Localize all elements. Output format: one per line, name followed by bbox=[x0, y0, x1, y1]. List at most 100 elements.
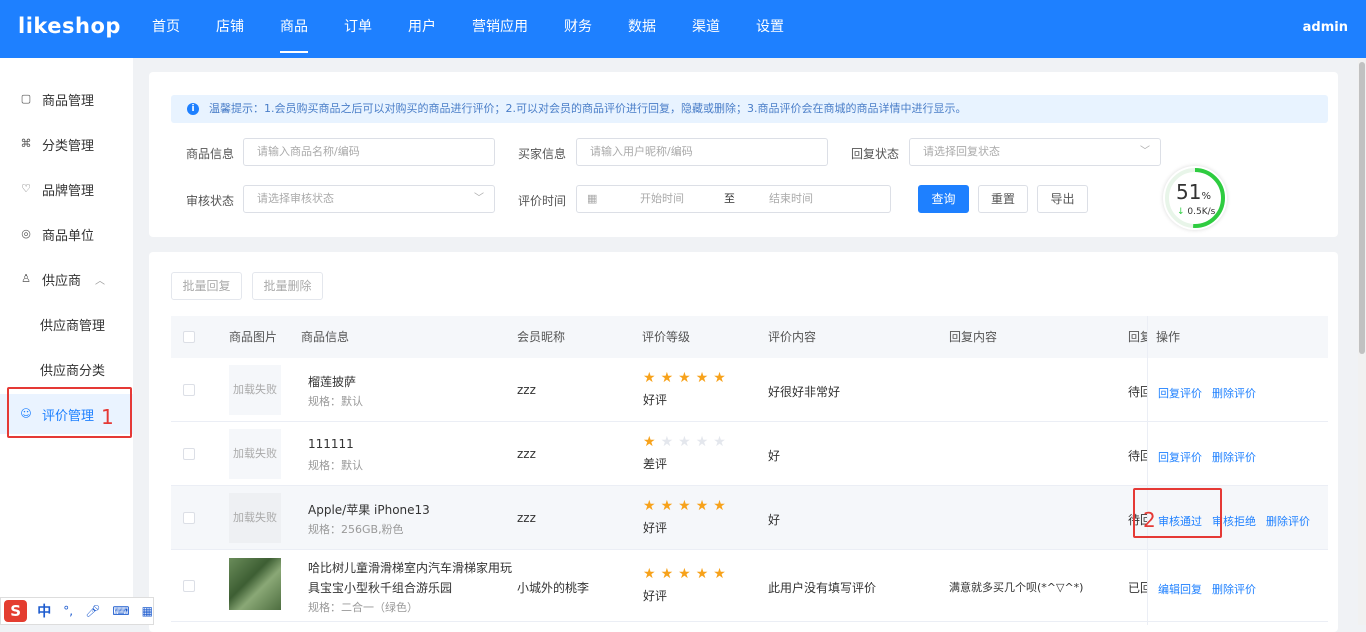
goods-image bbox=[229, 558, 281, 610]
batch-reply-button[interactable]: 批量回复 bbox=[171, 272, 242, 300]
network-speed-widget[interactable]: 51% ↓ 0.5K/s bbox=[1163, 166, 1227, 230]
start-date-input[interactable]: 开始时间 bbox=[640, 186, 684, 212]
top-navigation-bar: likeshop 首页 店铺 商品 订单 用户 营销应用 财务 数据 渠道 设置… bbox=[0, 0, 1366, 58]
nav-goods[interactable]: 商品 bbox=[268, 0, 320, 58]
buyer-info-input[interactable]: 请输入用户昵称/编码 bbox=[576, 138, 828, 166]
gauge-percent: 51 bbox=[1176, 180, 1202, 204]
sidebar-item-supplier-category[interactable]: 供应商分类 bbox=[0, 349, 133, 389]
nav-settings[interactable]: 设置 bbox=[744, 0, 796, 58]
col-goods-info: 商品信息 bbox=[301, 330, 350, 344]
sidebar-item-product[interactable]: ▢ 商品管理 bbox=[0, 79, 133, 119]
star-filled-icon: ★ bbox=[643, 434, 661, 450]
comment-content: 好 bbox=[768, 513, 781, 527]
ime-logo[interactable]: S bbox=[4, 600, 28, 622]
nav-store[interactable]: 店铺 bbox=[204, 0, 256, 58]
export-button[interactable]: 导出 bbox=[1037, 185, 1088, 213]
sidebar-item-supplier[interactable]: ♙ 供应商 ︿ bbox=[0, 259, 133, 299]
comment-time-label: 评价时间 bbox=[518, 194, 567, 208]
star-filled-icon: ★ bbox=[678, 370, 696, 386]
delete-comment-link[interactable]: 删除评价 bbox=[1212, 581, 1256, 597]
col-reply: 回复内容 bbox=[949, 330, 998, 344]
buyer-info-label: 买家信息 bbox=[518, 147, 567, 161]
goods-name: 111111 bbox=[308, 437, 354, 451]
star-filled-icon: ★ bbox=[643, 370, 661, 386]
sidebar-item-label: 商品管理 bbox=[42, 93, 95, 109]
reply-content: 满意就多买几个呗(*^▽^*) bbox=[949, 581, 1084, 594]
row-checkbox[interactable] bbox=[183, 448, 195, 460]
delete-comment-link[interactable]: 删除评价 bbox=[1266, 513, 1310, 529]
goods-spec: 规格：256GB,粉色 bbox=[308, 523, 404, 536]
delete-comment-link[interactable]: 删除评价 bbox=[1212, 449, 1256, 465]
user-menu[interactable]: admin bbox=[1303, 20, 1348, 35]
audit-status-select[interactable]: 请选择审核状态 ﹀ bbox=[243, 185, 495, 213]
member-nickname: zzz bbox=[517, 511, 536, 525]
sidebar-item-unit[interactable]: ◎ 商品单位 bbox=[0, 214, 133, 254]
reply-comment-link[interactable]: 回复评价 bbox=[1158, 385, 1202, 401]
sidebar-item-brand[interactable]: ♡ 品牌管理 bbox=[0, 169, 133, 209]
star-filled-icon: ★ bbox=[695, 498, 714, 514]
nav-home[interactable]: 首页 bbox=[140, 0, 192, 58]
goods-image-placeholder: 加载失败 bbox=[229, 493, 281, 543]
star-filled-icon: ★ bbox=[678, 498, 696, 514]
query-button[interactable]: 查询 bbox=[918, 185, 969, 213]
nav-users[interactable]: 用户 bbox=[396, 0, 448, 58]
audit-status-placeholder: 请选择审核状态 bbox=[257, 192, 334, 205]
ime-language-toggle[interactable]: 中 bbox=[37, 601, 51, 621]
table-row: 哈比树儿童滑滑梯室内汽车滑梯家用玩 具宝宝小型秋千组合游乐园 规格：二合一（绿色… bbox=[171, 550, 1328, 622]
edit-reply-link[interactable]: 编辑回复 bbox=[1158, 581, 1202, 597]
date-range-picker[interactable]: ▦ 开始时间 至 结束时间 bbox=[576, 185, 891, 213]
supplier-icon: ♙ bbox=[21, 272, 31, 285]
rating-level: 好评 bbox=[643, 393, 668, 407]
member-nickname: 小城外的桃李 bbox=[517, 581, 590, 595]
table-row: 加载失败 111111 规格：默认 zzz ★★★★★ 差评 好 待回 回复评价… bbox=[171, 422, 1328, 486]
goods-info-label: 商品信息 bbox=[186, 147, 235, 161]
rating-stars: ★★★★★ bbox=[643, 434, 731, 450]
filter-panel: i 温馨提示：1.会员购买商品之后可以对购买的商品进行评价；2.可以对会员的商品… bbox=[149, 72, 1338, 237]
app-logo[interactable]: likeshop bbox=[18, 14, 121, 38]
annotation-label-1: 1 bbox=[101, 405, 114, 429]
comment-content: 好 bbox=[768, 449, 781, 463]
goods-name-line2: 具宝宝小型秋千组合游乐园 bbox=[308, 581, 453, 595]
comments-panel: 批量回复 批量删除 商品图片 商品信息 会员昵称 评价等级 评价内容 回复内容 … bbox=[149, 252, 1338, 632]
batch-delete-button[interactable]: 批量删除 bbox=[252, 272, 323, 300]
table-row: 加载失败 榴莲披萨 规格：默认 zzz ★★★★★ 好评 好很好非常好 待回 回… bbox=[171, 358, 1328, 422]
select-all-checkbox[interactable] bbox=[183, 331, 195, 343]
sidebar: ▢ 商品管理 ⌘ 分类管理 ♡ 品牌管理 ◎ 商品单位 ♙ 供应商 ︿ 供应商管… bbox=[0, 58, 133, 625]
delete-comment-link[interactable]: 删除评价 bbox=[1212, 385, 1256, 401]
sidebar-item-label: 供应商分类 bbox=[40, 363, 106, 379]
reset-button[interactable]: 重置 bbox=[978, 185, 1028, 213]
row-checkbox[interactable] bbox=[183, 580, 195, 592]
apps-icon[interactable]: ▦ bbox=[142, 604, 153, 618]
sidebar-item-category[interactable]: ⌘ 分类管理 bbox=[0, 124, 133, 164]
nav-channel[interactable]: 渠道 bbox=[680, 0, 732, 58]
goods-spec: 规格：二合一（绿色） bbox=[308, 601, 418, 614]
rating-stars: ★★★★★ bbox=[643, 498, 731, 514]
category-icon: ⌘ bbox=[20, 137, 32, 150]
goods-name: Apple/苹果 iPhone13 bbox=[308, 503, 430, 517]
nav-marketing[interactable]: 营销应用 bbox=[460, 0, 540, 58]
sidebar-item-supplier-manage[interactable]: 供应商管理 bbox=[0, 304, 133, 344]
end-date-input[interactable]: 结束时间 bbox=[769, 186, 813, 212]
goods-spec: 规格：默认 bbox=[308, 395, 363, 408]
reply-status-select[interactable]: 请选择回复状态 ﹀ bbox=[909, 138, 1161, 166]
fixed-column-divider bbox=[1147, 316, 1148, 625]
comment-content: 好很好非常好 bbox=[768, 385, 841, 399]
mic-icon[interactable]: 🎤︎ bbox=[85, 604, 100, 618]
reply-comment-link[interactable]: 回复评价 bbox=[1158, 449, 1202, 465]
nav-finance[interactable]: 财务 bbox=[552, 0, 604, 58]
col-actions: 操作 bbox=[1156, 330, 1181, 344]
star-filled-icon: ★ bbox=[713, 498, 731, 514]
scrollbar-thumb[interactable] bbox=[1359, 62, 1365, 354]
row-checkbox[interactable] bbox=[183, 384, 195, 396]
nav-data[interactable]: 数据 bbox=[616, 0, 668, 58]
star-filled-icon: ★ bbox=[660, 566, 679, 582]
ime-punctuation-toggle[interactable]: °, bbox=[63, 604, 73, 618]
info-icon: i bbox=[187, 103, 199, 115]
nav-orders[interactable]: 订单 bbox=[332, 0, 384, 58]
keyboard-icon[interactable]: ⌨ bbox=[112, 604, 129, 618]
row-checkbox[interactable] bbox=[183, 512, 195, 524]
ime-toolbar: S 中 °, 🎤︎ ⌨ ▦ bbox=[0, 597, 154, 625]
goods-info-input[interactable]: 请输入商品名称/编码 bbox=[243, 138, 495, 166]
gauge-unit: % bbox=[1201, 191, 1211, 202]
star-empty-icon: ★ bbox=[660, 434, 679, 450]
